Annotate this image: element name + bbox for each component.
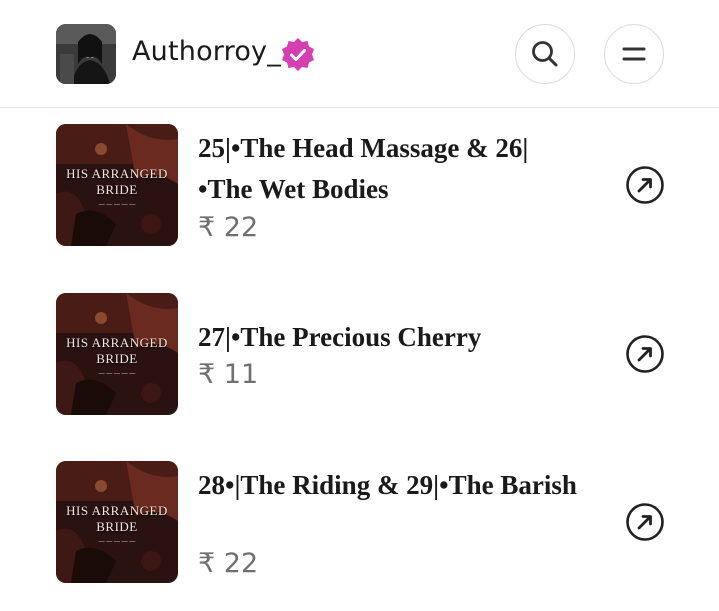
cover-subtitle: — — — — — <box>98 202 136 208</box>
episode-price: ₹ 22 <box>198 212 259 243</box>
episode-price: ₹ 22 <box>198 548 259 579</box>
cover-subtitle: — — — — — <box>98 539 136 545</box>
menu-button[interactable] <box>604 24 664 84</box>
menu-icon <box>622 47 646 61</box>
open-arrow-icon[interactable] <box>625 165 665 205</box>
episode-title[interactable]: 28•|The Riding & 29|•The Barish <box>198 465 588 506</box>
episode-title[interactable]: 27|•The Precious Cherry <box>198 317 588 358</box>
search-button[interactable] <box>515 24 575 84</box>
username[interactable]: Authorroy_ <box>132 36 281 67</box>
cover-title: HIS ARRANGED BRIDE <box>66 503 168 534</box>
list-item[interactable]: HIS ARRANGED BRIDE — — — — — 25|•The Hea… <box>0 122 719 252</box>
list-item[interactable]: HIS ARRANGED BRIDE — — — — — 27|•The Pre… <box>0 291 719 421</box>
episode-cover: HIS ARRANGED BRIDE — — — — — <box>56 124 178 246</box>
avatar-image <box>56 24 116 84</box>
open-arrow-icon[interactable] <box>625 502 665 542</box>
cover-subtitle: — — — — — <box>98 371 136 377</box>
avatar[interactable] <box>56 24 116 84</box>
profile-header: Authorroy_ <box>0 0 719 108</box>
episode-title[interactable]: 25|•The Head Massage & 26| •The Wet Bodi… <box>198 128 588 210</box>
verified-badge-icon <box>282 38 314 71</box>
cover-title: HIS ARRANGED BRIDE <box>66 335 168 366</box>
cover-title: HIS ARRANGED BRIDE <box>66 166 168 197</box>
list-item[interactable]: HIS ARRANGED BRIDE — — — — — 28•|The Rid… <box>0 459 719 589</box>
episode-cover: HIS ARRANGED BRIDE — — — — — <box>56 293 178 415</box>
episode-price: ₹ 11 <box>198 359 259 390</box>
search-icon <box>532 41 558 67</box>
open-arrow-icon[interactable] <box>625 334 665 374</box>
episode-cover: HIS ARRANGED BRIDE — — — — — <box>56 461 178 583</box>
